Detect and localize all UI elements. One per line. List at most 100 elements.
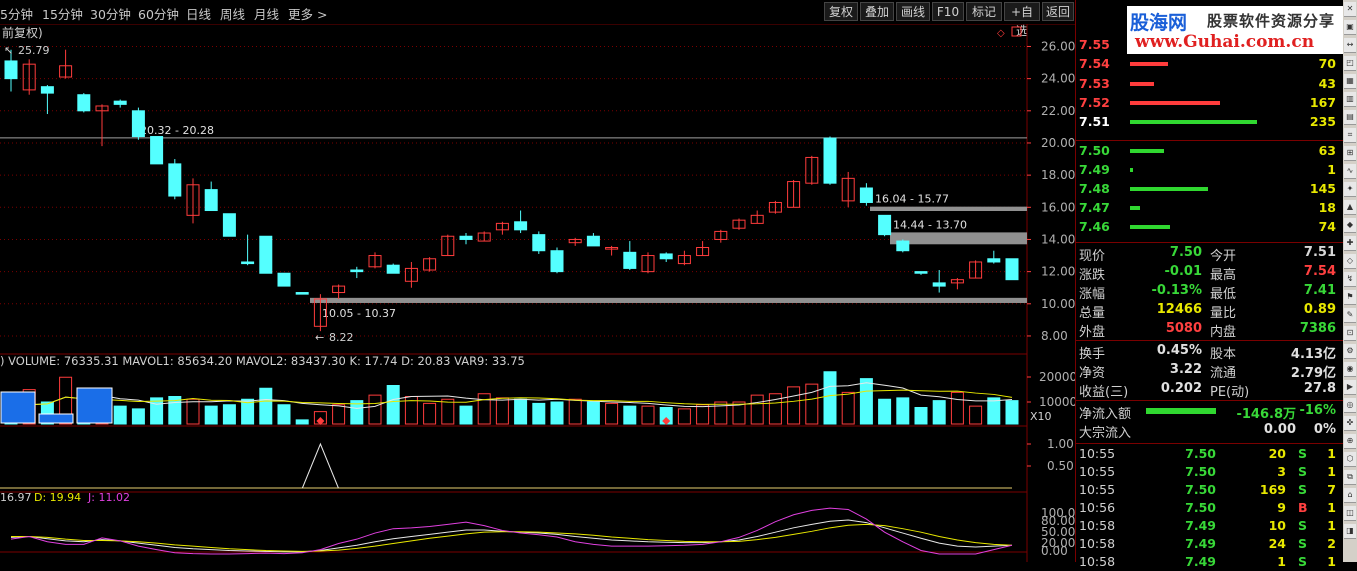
side-tool-icon[interactable]: ∿ [1344,164,1356,179]
kdj-j-value: J: 11.02 [87,491,130,504]
period-monthly[interactable]: 月线 [254,4,279,23]
adjust-button[interactable]: 复权 [824,2,858,21]
period-60min[interactable]: 60分钟 [138,4,179,23]
side-tool-icon[interactable]: ⚑ [1344,290,1356,305]
candle-body [532,234,546,252]
ask-row[interactable]: 7.52 167 [1076,93,1344,112]
side-tool-icon[interactable]: ✎ [1344,308,1356,323]
side-tool-icon[interactable]: ↯ [1344,272,1356,287]
side-tool-icon[interactable]: ▲ [1344,200,1356,215]
zone-label: 20.32 - 20.28 [140,124,214,137]
diamond-icon[interactable]: ◇ [997,28,1005,39]
period-more[interactable]: 更多 > [288,4,327,23]
volume-bar [623,405,637,425]
quote-value: -0.01 [1164,264,1202,279]
net-flow-value: -146.8万 [1236,407,1296,422]
side-tool-icon[interactable]: ⊞ [1344,146,1356,161]
period-daily[interactable]: 日线 [186,4,211,23]
volume-bar [696,404,710,425]
bid-row[interactable]: 7.50 63 [1076,141,1344,160]
side-tool-icon[interactable]: ✕ [1344,2,1356,17]
quote-value: 7386 [1299,321,1336,336]
side-tool-icon[interactable]: ◇ [1344,254,1356,269]
volume-bar [932,400,946,425]
side-tool-icon[interactable]: ◰ [1344,56,1356,71]
side-tool-icon[interactable]: ✦ [1344,182,1356,197]
tick-price: 7.50 [1185,464,1216,479]
side-tool-icon[interactable]: ⌂ [1344,488,1356,503]
back-button[interactable]: 返回 [1042,2,1074,21]
period-30min[interactable]: 30分钟 [90,4,131,23]
block-flow-pct: 0% [1313,422,1336,437]
volume-bar [459,405,473,425]
ask-row[interactable]: 7.53 43 [1076,74,1344,93]
tick-time: 10:58 [1079,536,1116,551]
signal-axis-label: 0.50 [1047,459,1074,473]
side-tool-icon[interactable]: ⌗ [1344,128,1356,143]
ask-row[interactable]: 7.54 70 [1076,54,1344,73]
volume-bar [841,391,855,425]
side-tool-icon[interactable]: ◆ [1344,218,1356,233]
bid-volume: 1 [1327,162,1336,177]
kline-chart[interactable]: 20.32 - 20.28 16.04 - 15.77 14.44 - 13.70 1… [0,24,1075,562]
price-zone-band [870,206,1027,211]
bid-volume: 18 [1318,200,1336,215]
tick-count: 1 [1327,446,1336,461]
candle-body [896,240,910,252]
bid-row[interactable]: 7.47 18 [1076,198,1344,217]
period-5min[interactable]: 5分钟 [0,4,33,23]
mark-button[interactable]: 标记 [966,2,1002,21]
bid-row[interactable]: 7.46 74 [1076,217,1344,236]
side-tool-icon[interactable]: ✜ [1344,416,1356,431]
side-tool-icon[interactable]: ↔ [1344,38,1356,53]
period-weekly[interactable]: 周线 [220,4,245,23]
draw-button[interactable]: 画线 [896,2,930,21]
volume-bar [295,419,309,425]
restore-icon[interactable] [1011,26,1022,37]
tick-count: 1 [1327,500,1336,515]
volume-bar [477,393,491,425]
side-tool-icon[interactable]: ⊡ [1344,326,1356,341]
volume-unit: X10 [1030,410,1052,423]
candle-body [4,60,18,80]
tick-side: S [1298,464,1308,479]
side-tool-icon[interactable]: ◨ [1344,524,1356,539]
side-tool-icon[interactable]: ▤ [1344,110,1356,125]
candle-body [859,187,873,203]
side-tool-icon[interactable]: ▦ [1344,74,1356,89]
add-watchlist-button[interactable]: +自选 [1004,2,1040,38]
side-tool-icon[interactable]: ◎ [1344,398,1356,413]
side-tool-icon[interactable]: ▶ [1344,380,1356,395]
quote-value: -0.13% [1151,283,1203,298]
candle-body [987,258,1001,263]
side-tool-icon[interactable]: ⚙ [1344,344,1356,359]
candle-body [241,261,255,265]
bid-row[interactable]: 7.49 1 [1076,160,1344,179]
volume-bar [495,397,509,425]
side-tool-icon[interactable]: ◉ [1344,362,1356,377]
price-zone-band [310,297,1027,303]
side-tool-icon[interactable]: ⬡ [1344,452,1356,467]
bid-volume-bar [1130,206,1140,210]
price-axis-label: 16.00 [1041,200,1075,214]
chart-grid [0,24,1031,562]
candle-body [459,235,473,240]
quote-value: 7.51 [1303,245,1336,260]
watermark-logo: 股海网 [1130,12,1188,34]
side-tool-icon[interactable]: ⧉ [1344,470,1356,485]
ask-row[interactable]: 7.51 235 [1076,112,1344,131]
bid-row[interactable]: 7.48 145 [1076,179,1344,198]
tick-volume: 20 [1268,446,1286,461]
quote-value: 7.50 [1169,245,1202,260]
side-tool-icon[interactable]: ⊕ [1344,434,1356,449]
overlay-button[interactable]: 叠加 [860,2,894,21]
side-tool-icon[interactable]: ◫ [1344,506,1356,521]
side-tool-icon[interactable]: ▣ [1344,20,1356,35]
candle-body [514,221,528,231]
period-15min[interactable]: 15分钟 [42,4,83,23]
side-tool-icon[interactable]: ✚ [1344,236,1356,251]
tick-side: S [1298,482,1308,497]
f10-button[interactable]: F10 [932,2,964,21]
signal-axis-label: 1.00 [1047,437,1074,451]
side-tool-icon[interactable]: ▥ [1344,92,1356,107]
